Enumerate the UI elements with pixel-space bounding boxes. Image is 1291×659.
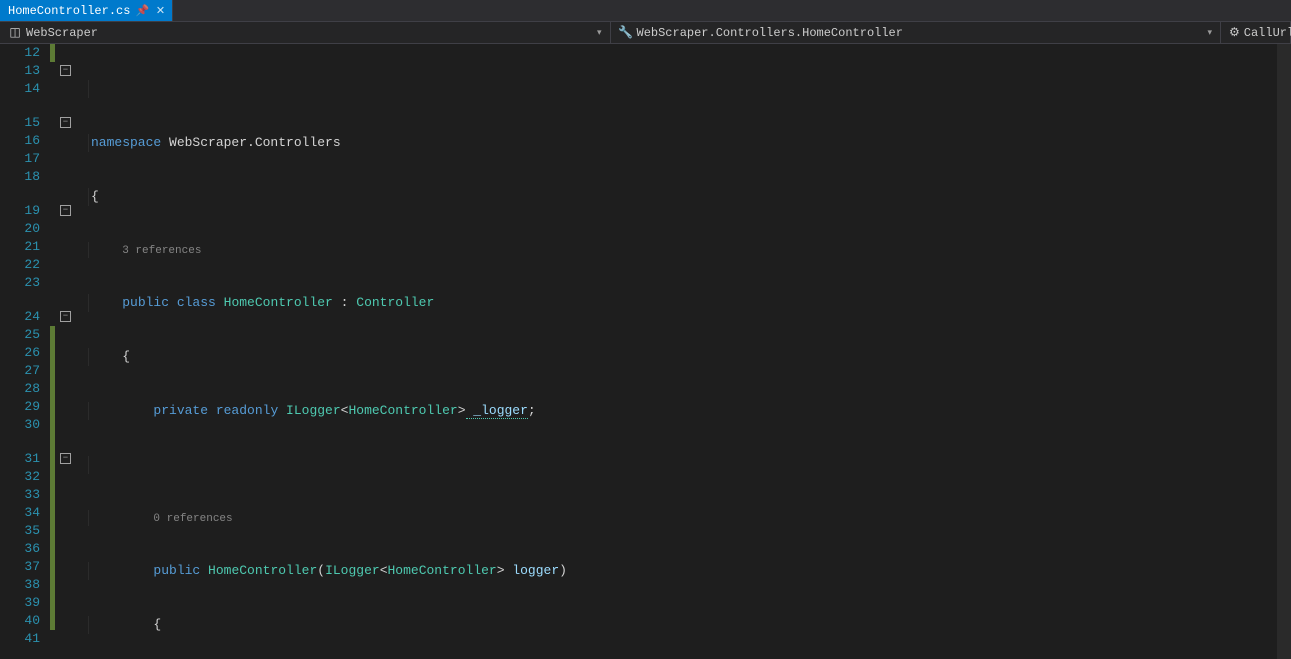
line-number: 31 bbox=[0, 450, 40, 468]
nav-member-label: CallUrl(s bbox=[1244, 26, 1291, 40]
line-number: 19 bbox=[0, 202, 40, 220]
code-line[interactable]: { bbox=[88, 348, 1291, 366]
line-number: 13 bbox=[0, 62, 40, 80]
code-line[interactable]: { bbox=[88, 616, 1291, 634]
fold-toggle[interactable]: − bbox=[60, 117, 71, 128]
line-number: 28 bbox=[0, 380, 40, 398]
line-number: 12 bbox=[0, 44, 40, 62]
code-editor[interactable]: 12 13 14 15 16 17 18 19 20 21 22 23 24 2… bbox=[0, 44, 1291, 659]
code-line[interactable]: { bbox=[88, 188, 1291, 206]
line-number: 29 bbox=[0, 398, 40, 416]
line-number: 37 bbox=[0, 558, 40, 576]
line-number: 41 bbox=[0, 630, 40, 648]
line-number: 18 bbox=[0, 168, 40, 186]
code-line[interactable]: private readonly ILogger<HomeController>… bbox=[88, 402, 1291, 420]
code-line[interactable] bbox=[88, 456, 1291, 474]
fold-toggle[interactable]: − bbox=[60, 65, 71, 76]
line-number: 20 bbox=[0, 220, 40, 238]
editor-margin: − − − − − bbox=[50, 44, 88, 659]
nav-project-segment[interactable]: ◫ WebScraper ▾ bbox=[0, 22, 611, 43]
nav-class-label: WebScraper.Controllers.HomeController bbox=[637, 26, 903, 40]
code-line[interactable] bbox=[88, 80, 1291, 98]
line-number: 39 bbox=[0, 594, 40, 612]
fold-toggle[interactable]: − bbox=[60, 311, 71, 322]
line-number: 24 bbox=[0, 308, 40, 326]
nav-member-segment[interactable]: ⚙ CallUrl(s bbox=[1221, 22, 1291, 43]
line-number: 30 bbox=[0, 416, 40, 434]
class-icon: 🔧 bbox=[619, 26, 633, 40]
line-number: 23 bbox=[0, 274, 40, 292]
navigation-bar: ◫ WebScraper ▾ 🔧 WebScraper.Controllers.… bbox=[0, 22, 1291, 44]
line-number: 27 bbox=[0, 362, 40, 380]
chevron-down-icon: ▾ bbox=[585, 28, 602, 38]
line-number bbox=[0, 292, 40, 308]
line-number: 34 bbox=[0, 504, 40, 522]
code-content[interactable]: namespace WebScraper.Controllers { 3 ref… bbox=[88, 44, 1291, 659]
code-line[interactable]: public HomeController(ILogger<HomeContro… bbox=[88, 562, 1291, 580]
line-number: 25 bbox=[0, 326, 40, 344]
file-tab-active[interactable]: HomeController.cs 📌 ✕ bbox=[0, 0, 173, 21]
code-line[interactable]: namespace WebScraper.Controllers bbox=[88, 134, 1291, 152]
line-number-gutter: 12 13 14 15 16 17 18 19 20 21 22 23 24 2… bbox=[0, 44, 50, 659]
line-number bbox=[0, 434, 40, 450]
file-tab-label: HomeController.cs bbox=[8, 4, 130, 18]
line-number: 21 bbox=[0, 238, 40, 256]
line-number: 14 bbox=[0, 80, 40, 98]
codelens[interactable]: 3 references bbox=[88, 242, 1291, 258]
vertical-scrollbar[interactable] bbox=[1277, 44, 1291, 659]
line-number bbox=[0, 186, 40, 202]
line-number: 36 bbox=[0, 540, 40, 558]
line-number: 38 bbox=[0, 576, 40, 594]
line-number: 22 bbox=[0, 256, 40, 274]
line-number: 16 bbox=[0, 132, 40, 150]
codelens[interactable]: 0 references bbox=[88, 510, 1291, 526]
line-number: 32 bbox=[0, 468, 40, 486]
line-number: 17 bbox=[0, 150, 40, 168]
fold-toggle[interactable]: − bbox=[60, 205, 71, 216]
method-icon: ⚙ bbox=[1229, 26, 1240, 40]
nav-class-segment[interactable]: 🔧 WebScraper.Controllers.HomeController … bbox=[611, 22, 1222, 43]
line-number bbox=[0, 98, 40, 114]
line-number: 33 bbox=[0, 486, 40, 504]
nav-project-label: WebScraper bbox=[26, 26, 98, 40]
file-tab-strip: HomeController.cs 📌 ✕ bbox=[0, 0, 1291, 22]
code-line[interactable]: public class HomeController : Controller bbox=[88, 294, 1291, 312]
line-number: 26 bbox=[0, 344, 40, 362]
fold-toggle[interactable]: − bbox=[60, 453, 71, 464]
csharp-project-icon: ◫ bbox=[8, 26, 22, 40]
line-number: 40 bbox=[0, 612, 40, 630]
pin-icon[interactable]: 📌 bbox=[136, 5, 148, 17]
chevron-down-icon: ▾ bbox=[1195, 28, 1212, 38]
line-number: 35 bbox=[0, 522, 40, 540]
close-icon[interactable]: ✕ bbox=[154, 5, 166, 17]
line-number: 15 bbox=[0, 114, 40, 132]
